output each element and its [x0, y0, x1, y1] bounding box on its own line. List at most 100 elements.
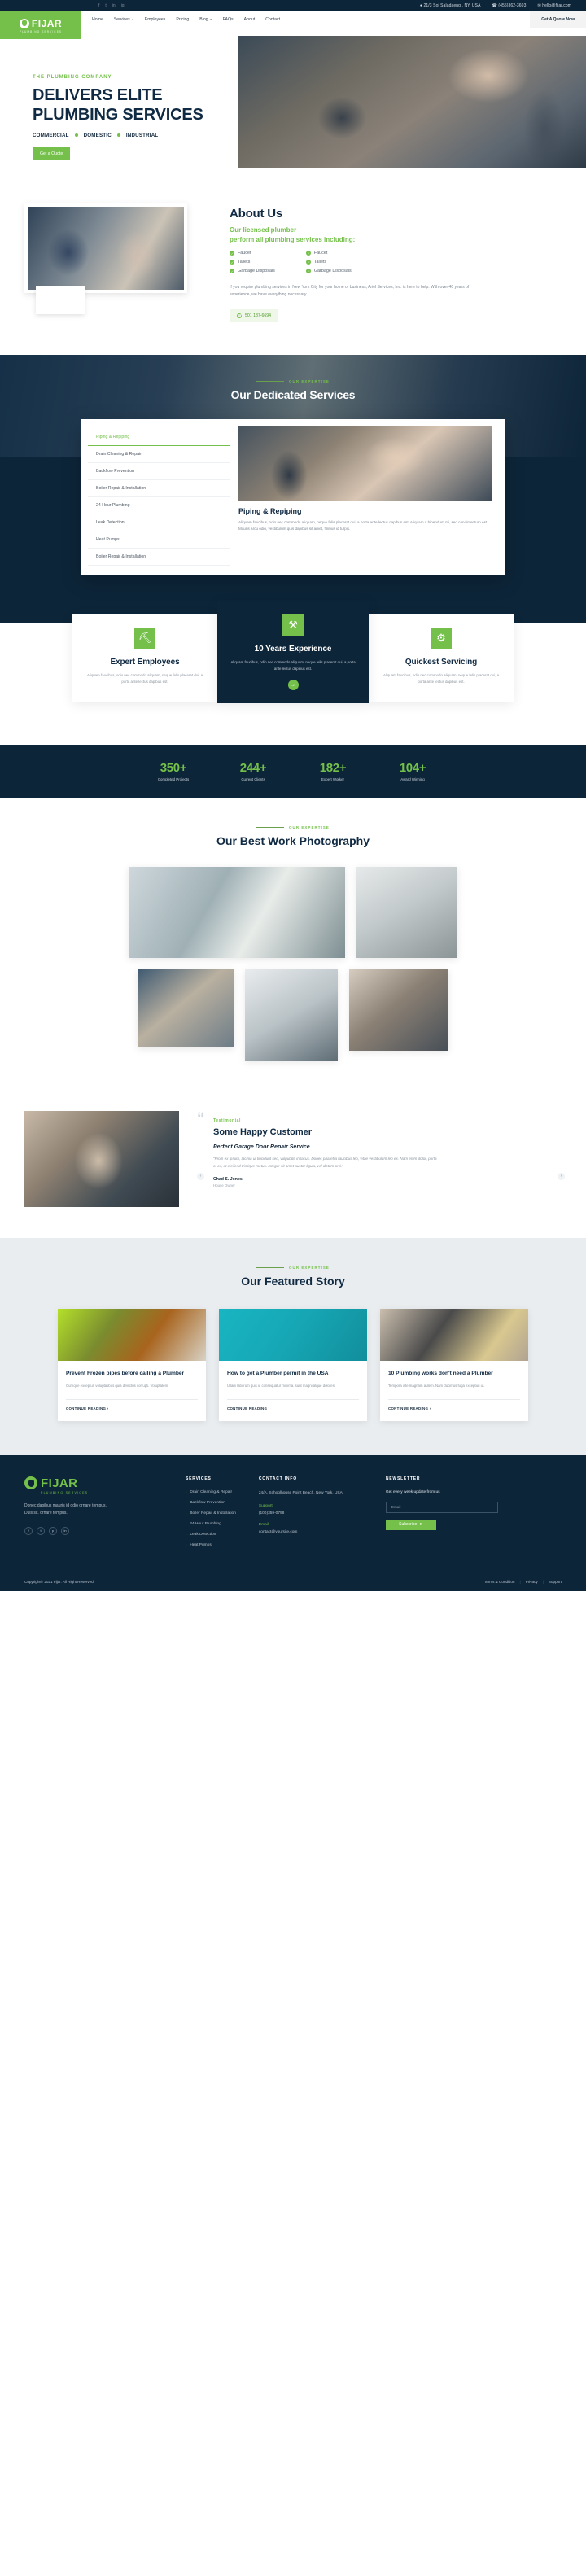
blog-continue-reading-link[interactable]: CONTINUE READING › [388, 1398, 520, 1410]
eyebrow-text: OUR EXPERTISE [289, 1265, 330, 1270]
stats-section: 350+ Completed Projects 244+ Current Cli… [0, 744, 586, 798]
footer-link-boiler[interactable]: › Boiler Repair & Installation [186, 1511, 236, 1515]
twitter-icon[interactable]: t [37, 1526, 45, 1535]
about-title: About Us [230, 207, 283, 221]
footer-link-backflow[interactable]: › Backflow Prevention [186, 1501, 236, 1505]
service-pane-title: Piping & Repiping [238, 506, 302, 515]
nav-item-services[interactable]: Services ▼ [114, 17, 134, 22]
main-navbar: FIJAR PLUMBING SERVICES Home Services ▼ E… [0, 11, 586, 39]
gallery-tile-plumber[interactable] [138, 969, 234, 1047]
blog-image [380, 1308, 528, 1361]
footer-link-24hour[interactable]: › 24 Hour Plumbing [186, 1522, 236, 1526]
top-email-text: hello@fijar.com [542, 3, 571, 8]
feature-card-10-years-experience[interactable]: ⚒ 10 Years Experience Aliquam faucibus, … [217, 599, 369, 704]
stat-completed-projects: 350+ Completed Projects [146, 761, 200, 781]
blog-card-text: Curnque excepturi voluptatibus quia dele… [66, 1383, 168, 1388]
site-logo[interactable]: FIJAR PLUMBING SERVICES [0, 11, 81, 39]
footer-link-label: Leak Detection [190, 1532, 216, 1537]
feature-card-quickest-servicing[interactable]: ⚙ Quickest Servicing Aliquam faucibus, o… [369, 614, 514, 702]
nav-label: Contact [265, 17, 281, 22]
service-tab-piping[interactable]: Piping & Repiping [88, 429, 230, 446]
nav-label: About [243, 17, 256, 22]
footer-newsletter-text: Get every week update from us [385, 1489, 440, 1494]
nav-label: FAQs [222, 17, 234, 22]
service-tab-drain[interactable]: Drain Cleaning & Repair [88, 446, 230, 463]
eyebrow-line [256, 826, 285, 828]
footer-newsletter-column: NEWSLETTER Get every week update from us… [385, 1476, 498, 1554]
paper-plane-icon: ➤ [419, 1522, 423, 1528]
chevron-left-icon[interactable]: ‹ [197, 1172, 204, 1180]
footer-link-drain[interactable]: › Drain Cleaning & Repair [186, 1490, 236, 1494]
about-phone-button[interactable]: ☎ 501 187-6694 [230, 308, 279, 322]
chevron-right-icon[interactable]: › [558, 1172, 565, 1180]
service-tab-heatpumps[interactable]: Heat Pumps [88, 531, 230, 549]
gallery-tile-bathroom[interactable] [129, 866, 345, 958]
footer-link-label: Heat Pumps [190, 1542, 212, 1547]
stat-label: Expert Worker [321, 776, 344, 781]
gallery-tile-sink-wall[interactable] [356, 866, 457, 958]
gear-logo-icon [19, 18, 29, 28]
pinterest-icon[interactable]: p [49, 1526, 57, 1535]
footer-contact-heading: CONTACT INFO [258, 1476, 297, 1481]
get-quote-button[interactable]: Get A Quote Now [530, 11, 586, 28]
list-item: ✓ Garbage Disposals [230, 269, 275, 274]
hero-quote-button[interactable]: Get a Quote [33, 147, 71, 160]
subscribe-label: Subscribe [399, 1522, 418, 1528]
linkedin-icon[interactable]: in [112, 3, 116, 8]
terms-link[interactable]: Terms & Condition [484, 1580, 515, 1584]
footer-email-value[interactable]: contact@yoursite.com [259, 1530, 363, 1534]
support-link[interactable]: Support [549, 1580, 562, 1584]
feature-title: Expert Employees [110, 657, 180, 667]
footer-link-leak[interactable]: › Leak Detection [186, 1533, 236, 1537]
newsletter-email-input[interactable]: Email [385, 1501, 498, 1513]
blog-continue-reading-link[interactable]: CONTINUE READING › [66, 1398, 198, 1410]
logo-text: FIJAR [31, 17, 63, 29]
service-tab-boiler[interactable]: Boiler Repair & Installation [88, 480, 230, 497]
nav-item-home[interactable]: Home [92, 17, 103, 22]
service-tab-leak[interactable]: Leak Detection [88, 514, 230, 531]
about-lead: Our licensed plumber perform all plumbin… [230, 225, 562, 244]
top-email[interactable]: ✉ hello@fijar.com [537, 3, 571, 8]
feature-text: Aliquam faucibus, odio nec commodo aliqu… [86, 672, 203, 684]
footer-support-value[interactable]: (100)359-0798 [259, 1511, 363, 1515]
check-icon: ✓ [230, 269, 234, 274]
privacy-link[interactable]: Privacy [526, 1580, 538, 1584]
feature-arrow-button[interactable]: → [287, 680, 299, 691]
nav-item-contact[interactable]: Contact [265, 17, 280, 22]
instagram-icon[interactable]: ig [121, 3, 125, 8]
features-section: ⛏ Expert Employees Aliquam faucibus, odi… [0, 599, 586, 745]
blog-card-1[interactable]: Prevent Frozen pipes before calling a Pl… [58, 1308, 206, 1421]
nav-item-pricing[interactable]: Pricing [176, 17, 189, 22]
nav-item-faqs[interactable]: FAQs [223, 17, 234, 22]
gear-logo-icon [24, 1476, 37, 1490]
blog-card-title: 10 Plumbing works don't need a Plumber [388, 1370, 493, 1376]
footer-logo-text: FIJAR [41, 1476, 78, 1490]
blog-continue-reading-link[interactable]: CONTINUE READING › [227, 1398, 359, 1410]
copyright-text: Copyright© 2021 Fijar. All Right Reserve… [24, 1579, 95, 1584]
facebook-icon[interactable]: f [24, 1526, 33, 1535]
service-tab-boiler-2[interactable]: Boiler Repair & Installation [88, 549, 230, 566]
eyebrow-text: OUR EXPERTISE [289, 824, 330, 829]
hero-title: DELIVERS ELITE PLUMBING SERVICES [33, 85, 203, 125]
nav-item-blog[interactable]: Blog ▼ [199, 17, 212, 22]
gallery-tile-toilet[interactable] [245, 969, 338, 1061]
linkedin-icon[interactable]: in [61, 1526, 69, 1535]
blog-card-3[interactable]: 10 Plumbing works don't need a Plumber T… [380, 1308, 528, 1421]
stat-label: Award Winning [400, 776, 425, 781]
blog-card-2[interactable]: How to get a Plumber permit in the USA U… [219, 1308, 367, 1421]
gallery-tile-drain[interactable] [349, 969, 448, 1051]
nav-item-about[interactable]: About [244, 17, 256, 22]
blog-image [219, 1308, 367, 1361]
service-tab-24hour[interactable]: 24 Hour Plumbing [88, 497, 230, 514]
hero-title-line2: PLUMBING SERVICES [33, 106, 203, 125]
nav-label: Blog [199, 17, 208, 22]
nav-item-employees[interactable]: Employees [145, 17, 166, 22]
footer-link-heatpumps[interactable]: › Heat Pumps [186, 1543, 236, 1547]
top-phone[interactable]: ☎ (455)362-3603 [492, 3, 527, 8]
facebook-icon[interactable]: f [98, 3, 99, 8]
subscribe-button[interactable]: Subscribe ➤ [385, 1519, 436, 1530]
logo-tagline: PLUMBING SERVICES [19, 29, 63, 33]
feature-card-expert-employees[interactable]: ⛏ Expert Employees Aliquam faucibus, odi… [72, 614, 217, 702]
service-tab-backflow[interactable]: Backflow Prevention [88, 463, 230, 480]
twitter-icon[interactable]: t [105, 3, 106, 8]
